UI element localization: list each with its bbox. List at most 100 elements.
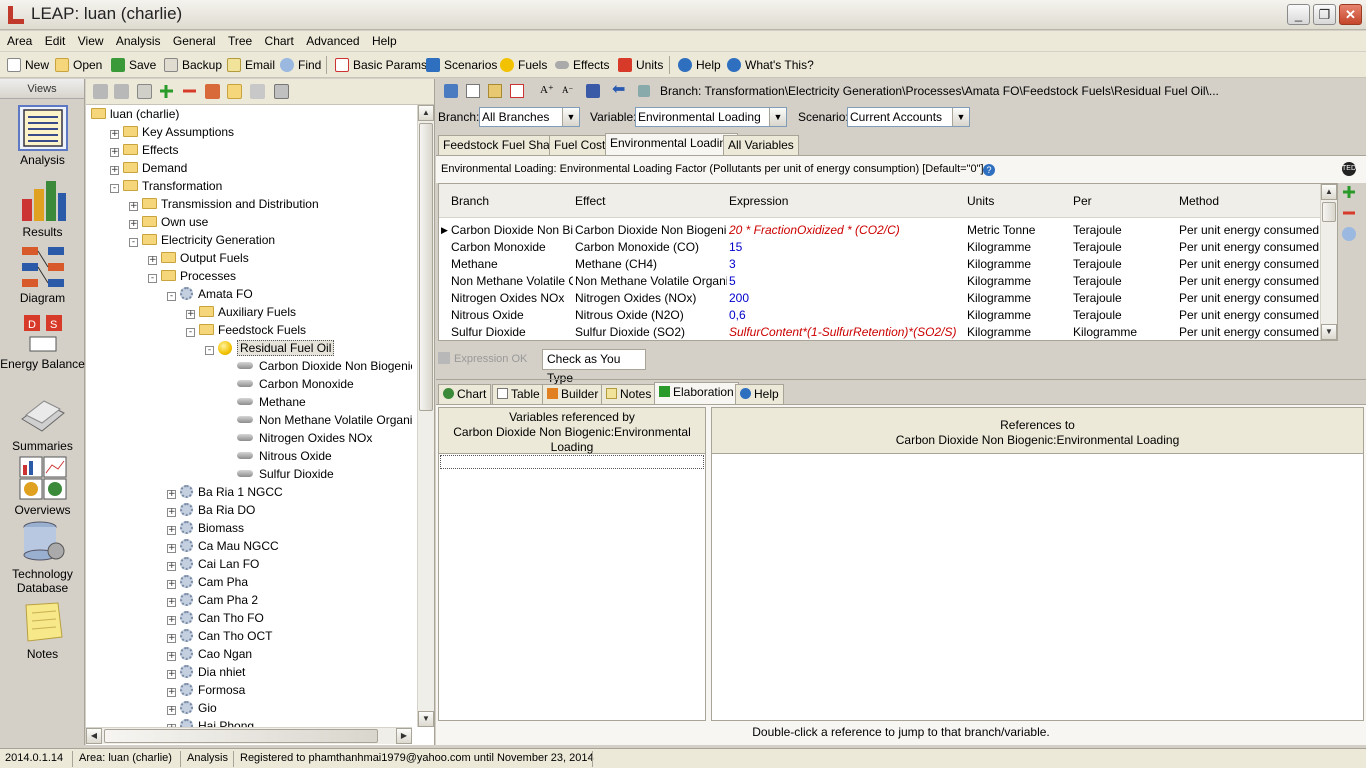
table-row[interactable]: Methane Methane (CH4) 3 Kilogramme Terajoule… [439,256,1323,273]
cell-effect[interactable]: Methane (CH4) [575,256,727,273]
grid-vertical-scrollbar[interactable]: ▲ ▼ [1320,184,1337,340]
referenced-list-item[interactable] [440,455,704,469]
tab-table[interactable]: Table [492,384,545,404]
tree-node[interactable]: - Residual Fuel Oil [205,339,335,357]
cell-effect[interactable]: Sulfur Dioxide (SO2) [575,324,727,340]
lock-icon[interactable] [227,84,242,99]
scroll-up-icon[interactable]: ▲ [1321,184,1337,200]
scroll-right-icon[interactable]: ▶ [396,728,412,744]
save-button[interactable]: Save [111,56,156,74]
tree-node[interactable]: Nitrogen Oxides NOx [224,429,372,447]
collapse-icon[interactable]: - [129,238,138,247]
cell-effect[interactable]: Nitrous Oxide (N2O) [575,307,727,324]
tree-node[interactable]: + Can Tho FO [167,609,264,627]
tree-vertical-scrollbar[interactable]: ▲ ▼ [417,105,434,727]
menu-help[interactable]: Help [372,31,397,51]
tree-node[interactable]: + Key Assumptions [110,123,234,141]
expand-icon[interactable]: + [167,562,176,571]
view-analysis[interactable]: Analysis [0,105,85,167]
table-row[interactable]: Non Methane Volatile Organic CompoundsNo… [439,273,1323,290]
move-up-icon[interactable] [93,84,108,99]
close-button[interactable]: ✕ [1339,4,1362,25]
expand-icon[interactable]: + [110,148,119,157]
tree-node[interactable]: + Formosa [167,681,245,699]
tree-node[interactable]: + Transmission and Distribution [129,195,319,213]
expand-icon[interactable]: + [110,166,119,175]
expand-icon[interactable]: + [110,130,119,139]
cell-expression[interactable]: 15 [729,239,965,256]
history-icon[interactable] [638,85,650,97]
tab-elaboration[interactable]: Elaboration [654,382,739,404]
splitter[interactable] [436,379,1366,380]
tab-builder[interactable]: Builder [542,384,604,404]
view-overviews[interactable]: Overviews [0,455,85,517]
tree-node[interactable]: + Output Fuels [148,249,249,267]
fuels-button[interactable]: Fuels [500,56,547,74]
email-button[interactable]: Email [227,56,275,74]
backup-button[interactable]: Backup [164,56,222,74]
back-arrow-icon[interactable]: ⬅ [612,82,625,98]
cell-branch[interactable]: Sulfur Dioxide [451,324,573,340]
col-units[interactable]: Units [967,194,994,208]
add-row-icon[interactable] [1342,185,1356,202]
table-row[interactable]: Nitrogen Oxides NOx Nitrogen Oxides (NOx)… [439,290,1323,307]
cell-branch[interactable]: Methane [451,256,573,273]
move-down-icon[interactable] [114,84,129,99]
tree-node[interactable]: Carbon Monoxide [224,375,354,393]
menu-area[interactable]: Area [7,31,32,51]
collapse-icon[interactable]: - [167,292,176,301]
collapse-icon[interactable]: - [205,346,214,355]
cell-units[interactable]: Kilogramme [967,273,1071,290]
decrease-font-icon[interactable]: A⁻ [562,85,573,96]
ted-icon[interactable]: TED [1342,162,1356,176]
expand-icon[interactable]: + [167,670,176,679]
expand-icon[interactable]: + [167,634,176,643]
view-energy-balance[interactable]: DS Energy Balance [0,309,85,371]
tab-chart[interactable]: Chart [438,384,492,404]
cell-per[interactable]: Terajoule [1073,307,1177,324]
tree-node[interactable]: - Feedstock Fuels [186,321,306,339]
print-icon[interactable] [274,84,289,99]
whats-this-button[interactable]: What's This? [727,56,814,74]
cell-per[interactable]: Terajoule [1073,290,1177,307]
tree-node[interactable]: + Cam Pha [167,573,248,591]
table-row[interactable]: Nitrous Oxide Nitrous Oxide (N2O) 0,6 Kilog… [439,307,1323,324]
tab-notes[interactable]: Notes [601,384,657,404]
collapse-icon[interactable]: - [186,328,195,337]
increase-font-icon[interactable]: A⁺ [540,83,554,96]
cell-branch[interactable]: Nitrous Oxide [451,307,573,324]
pin-icon[interactable] [444,84,458,98]
cell-effect[interactable]: Non Methane Volatile Organic Compounds [575,273,727,290]
cell-units[interactable]: Kilogramme [967,290,1071,307]
tree-node[interactable]: + Cam Pha 2 [167,591,258,609]
cell-units[interactable]: Kilogramme [967,307,1071,324]
cell-method[interactable]: Per unit energy consumed [1179,273,1323,290]
tree-node[interactable]: + Effects [110,141,178,159]
expand-icon[interactable]: + [167,544,176,553]
cell-per[interactable]: Kilogramme [1073,324,1177,340]
tree-node[interactable]: Nitrous Oxide [224,447,332,465]
help-icon[interactable]: ? [983,164,995,176]
collapse-icon[interactable]: - [110,184,119,193]
scroll-left-icon[interactable]: ◀ [86,728,102,744]
basic-params-button[interactable]: Basic Params [335,56,427,74]
cell-method[interactable]: Per unit energy consumed [1179,256,1323,273]
tab-help[interactable]: Help [735,384,784,404]
tree-node[interactable]: + Own use [129,213,208,231]
expand-icon[interactable]: + [167,580,176,589]
cell-units[interactable]: Kilogramme [967,256,1071,273]
cell-effect[interactable]: Carbon Dioxide Non Biogenic [575,222,727,239]
tree-node[interactable]: - Amata FO [167,285,253,303]
col-effect[interactable]: Effect [575,194,605,208]
menu-tree[interactable]: Tree [228,31,252,51]
cell-branch[interactable]: Non Methane Volatile Organic Compounds [451,273,573,290]
units-button[interactable]: Units [618,56,663,74]
expand-icon[interactable]: + [148,256,157,265]
tree-node[interactable]: + Ba Ria 1 NGCC [167,483,283,501]
scroll-down-icon[interactable]: ▼ [418,711,434,727]
scroll-up-icon[interactable]: ▲ [418,105,434,121]
expand-icon[interactable]: + [186,310,195,319]
scroll-thumb[interactable] [419,123,433,411]
scroll-thumb[interactable] [104,729,378,743]
tab-environmental-loading[interactable]: Environmental Loading [605,133,738,155]
